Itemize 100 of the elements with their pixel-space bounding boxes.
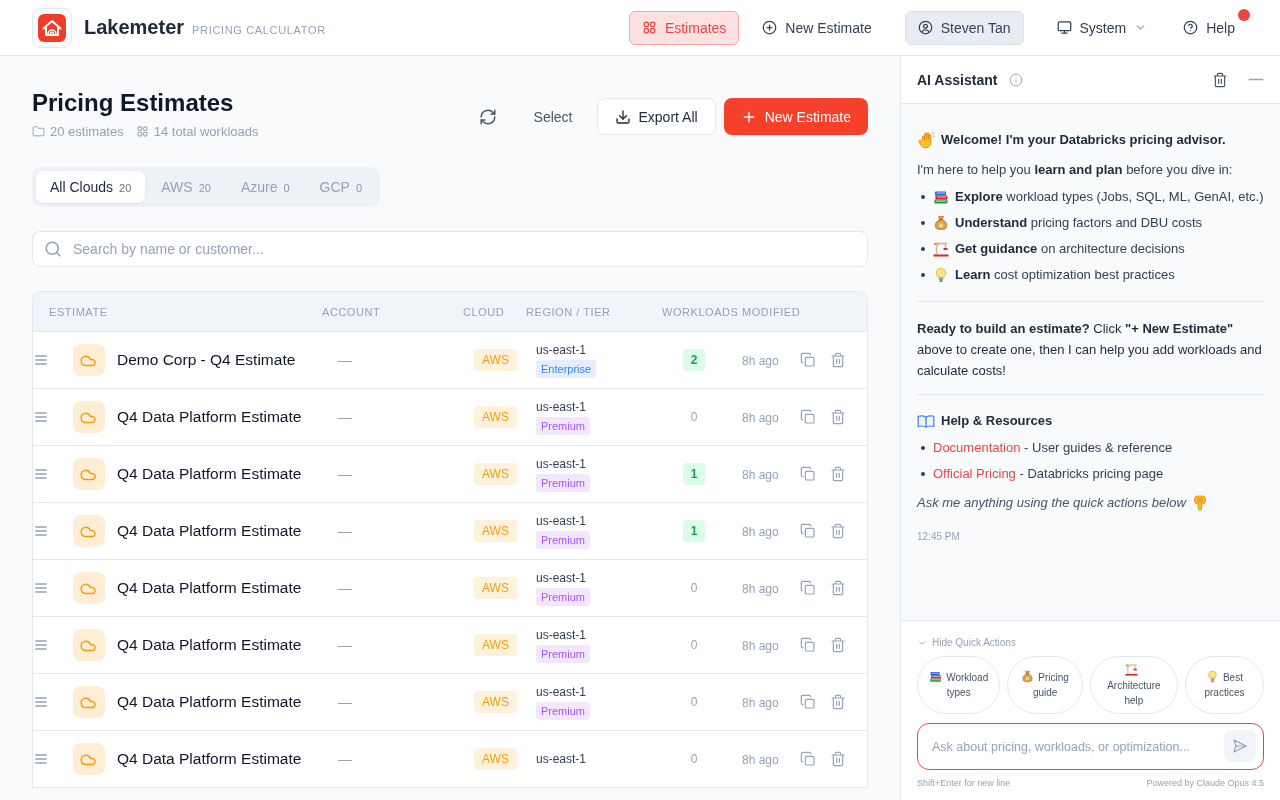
duplicate-button[interactable] (800, 466, 816, 482)
account-text: — (337, 694, 352, 710)
delete-button[interactable] (830, 466, 846, 482)
resource-text: Official Pricing - Databricks pricing page (933, 465, 1164, 483)
bullet-icon (921, 195, 925, 199)
select-button[interactable]: Select (517, 98, 589, 135)
cloud-tag: AWS (474, 349, 517, 371)
trash-icon (1212, 71, 1228, 88)
delete-button[interactable] (830, 409, 846, 425)
feature-text: Understand pricing factors and DBU costs (955, 214, 1203, 232)
cloud-icon (73, 743, 105, 775)
resource-link[interactable]: Official Pricing (933, 466, 1016, 481)
stat-text: 20 estimates (50, 124, 124, 139)
monitor-icon (1056, 20, 1072, 35)
light-bulb-icon (933, 267, 949, 283)
send-icon (1232, 738, 1248, 754)
nav-tab[interactable]: New Estimate (749, 10, 885, 45)
closing-text: Ask me anything using the quick actions below (917, 494, 1186, 512)
duplicate-button[interactable] (800, 694, 816, 710)
search-field[interactable]: Search by name or customer... (32, 231, 868, 267)
account-text: — (337, 523, 352, 539)
quick-action-button[interactable]: Pricing guide (1007, 656, 1083, 714)
intro-text: I'm here to help you learn and plan before you dive in: (917, 161, 1234, 179)
column-header: ACCOUNT (322, 305, 382, 318)
modified-text: 8h ago (742, 354, 779, 368)
quick-action-button[interactable]: Best practices (1184, 656, 1264, 714)
resource-link[interactable]: Documentation (933, 440, 1021, 455)
user-menu-button[interactable]: Steven Tan (904, 10, 1024, 45)
estimate-name[interactable]: Q4 Data Platform Estimate (117, 693, 302, 711)
drag-handle-icon (35, 355, 47, 365)
help-icon (1183, 20, 1199, 35)
powered-by-text: Powered by Claude Opus 4.5 (1146, 778, 1264, 788)
workload-count: 0 (689, 580, 699, 597)
delete-button[interactable] (830, 694, 846, 710)
column-header: WORKLOADS (662, 305, 740, 318)
quick-action-button[interactable]: Workload types (917, 656, 1001, 714)
tier-tag: Premium (536, 701, 590, 720)
modified-text: 8h ago (742, 696, 779, 710)
books-icon (933, 189, 949, 205)
send-button[interactable] (1224, 730, 1256, 762)
pointing-down-icon (1191, 495, 1208, 511)
resource-text: Documentation - User guides & reference (933, 439, 1173, 457)
delete-button[interactable] (830, 523, 846, 539)
trash-icon (830, 352, 846, 368)
bullet-icon (921, 273, 925, 277)
nav-tab[interactable]: Help (1170, 10, 1248, 45)
call-to-action-text: Ready to build an estimate? Click "+ New Estimate" above to create one, then I can help you add workloads and calculate costs! (917, 320, 1263, 380)
estimate-name[interactable]: Q4 Data Platform Estimate (117, 522, 302, 540)
trash-icon (830, 751, 846, 767)
duplicate-button[interactable] (800, 409, 816, 425)
region-text: us-east-1 (536, 684, 587, 699)
estimate-name[interactable]: Q4 Data Platform Estimate (117, 408, 302, 426)
nav-tab[interactable]: System (1043, 10, 1161, 45)
workload-count: 1 (683, 463, 705, 485)
user-circle-icon (917, 20, 933, 35)
modified-text: 8h ago (742, 582, 779, 596)
region-text: us-east-1 (536, 627, 587, 642)
delete-button[interactable] (830, 751, 846, 767)
workload-count: 2 (683, 349, 705, 371)
account-text: — (337, 580, 352, 596)
stat-text: 14 total workloads (153, 124, 259, 139)
cloud-icon (73, 515, 105, 547)
duplicate-button[interactable] (800, 580, 816, 596)
cloud-tag: AWS (474, 691, 517, 713)
new-estimate-button[interactable]: New Estimate (723, 98, 868, 135)
cloud-filter-tab[interactable]: All Clouds 20 (36, 171, 146, 203)
delete-button[interactable] (830, 352, 846, 368)
export-button[interactable]: Export All (596, 98, 716, 135)
drag-handle-icon (35, 754, 47, 764)
workload-count: 0 (689, 751, 699, 768)
drag-handle-icon (35, 412, 47, 422)
region-text: us-east-1 (536, 570, 587, 585)
account-text: — (337, 751, 352, 767)
folder-icon (32, 125, 45, 138)
crane-icon (933, 241, 949, 257)
welcome-text: Welcome! I'm your Databricks pricing advisor. (941, 131, 1226, 149)
copy-icon (800, 694, 816, 710)
estimate-name[interactable]: Demo Corp - Q4 Estimate (117, 351, 296, 369)
duplicate-button[interactable] (800, 523, 816, 539)
clear-chat-button[interactable] (1212, 71, 1228, 88)
delete-button[interactable] (830, 580, 846, 596)
message-input[interactable]: Ask about pricing, workloads, or optimization... (917, 723, 1264, 770)
workload-count: 0 (689, 694, 699, 711)
cloud-icon (73, 458, 105, 490)
cloud-tag: AWS (474, 748, 517, 770)
estimate-name[interactable]: Q4 Data Platform Estimate (117, 465, 302, 483)
estimate-name[interactable]: Q4 Data Platform Estimate (117, 636, 302, 654)
quick-action-button[interactable]: Architecture help (1089, 656, 1178, 714)
open-book-icon (917, 412, 935, 430)
duplicate-button[interactable] (800, 751, 816, 767)
tier-tag: Premium (536, 473, 590, 492)
estimate-name[interactable]: Q4 Data Platform Estimate (117, 750, 302, 768)
minus-icon (1248, 78, 1264, 81)
account-text: — (337, 466, 352, 482)
duplicate-button[interactable] (800, 352, 816, 368)
minimize-button[interactable] (1248, 78, 1264, 81)
trash-icon (830, 694, 846, 710)
duplicate-button[interactable] (800, 637, 816, 653)
delete-button[interactable] (830, 637, 846, 653)
estimate-name[interactable]: Q4 Data Platform Estimate (117, 579, 302, 597)
